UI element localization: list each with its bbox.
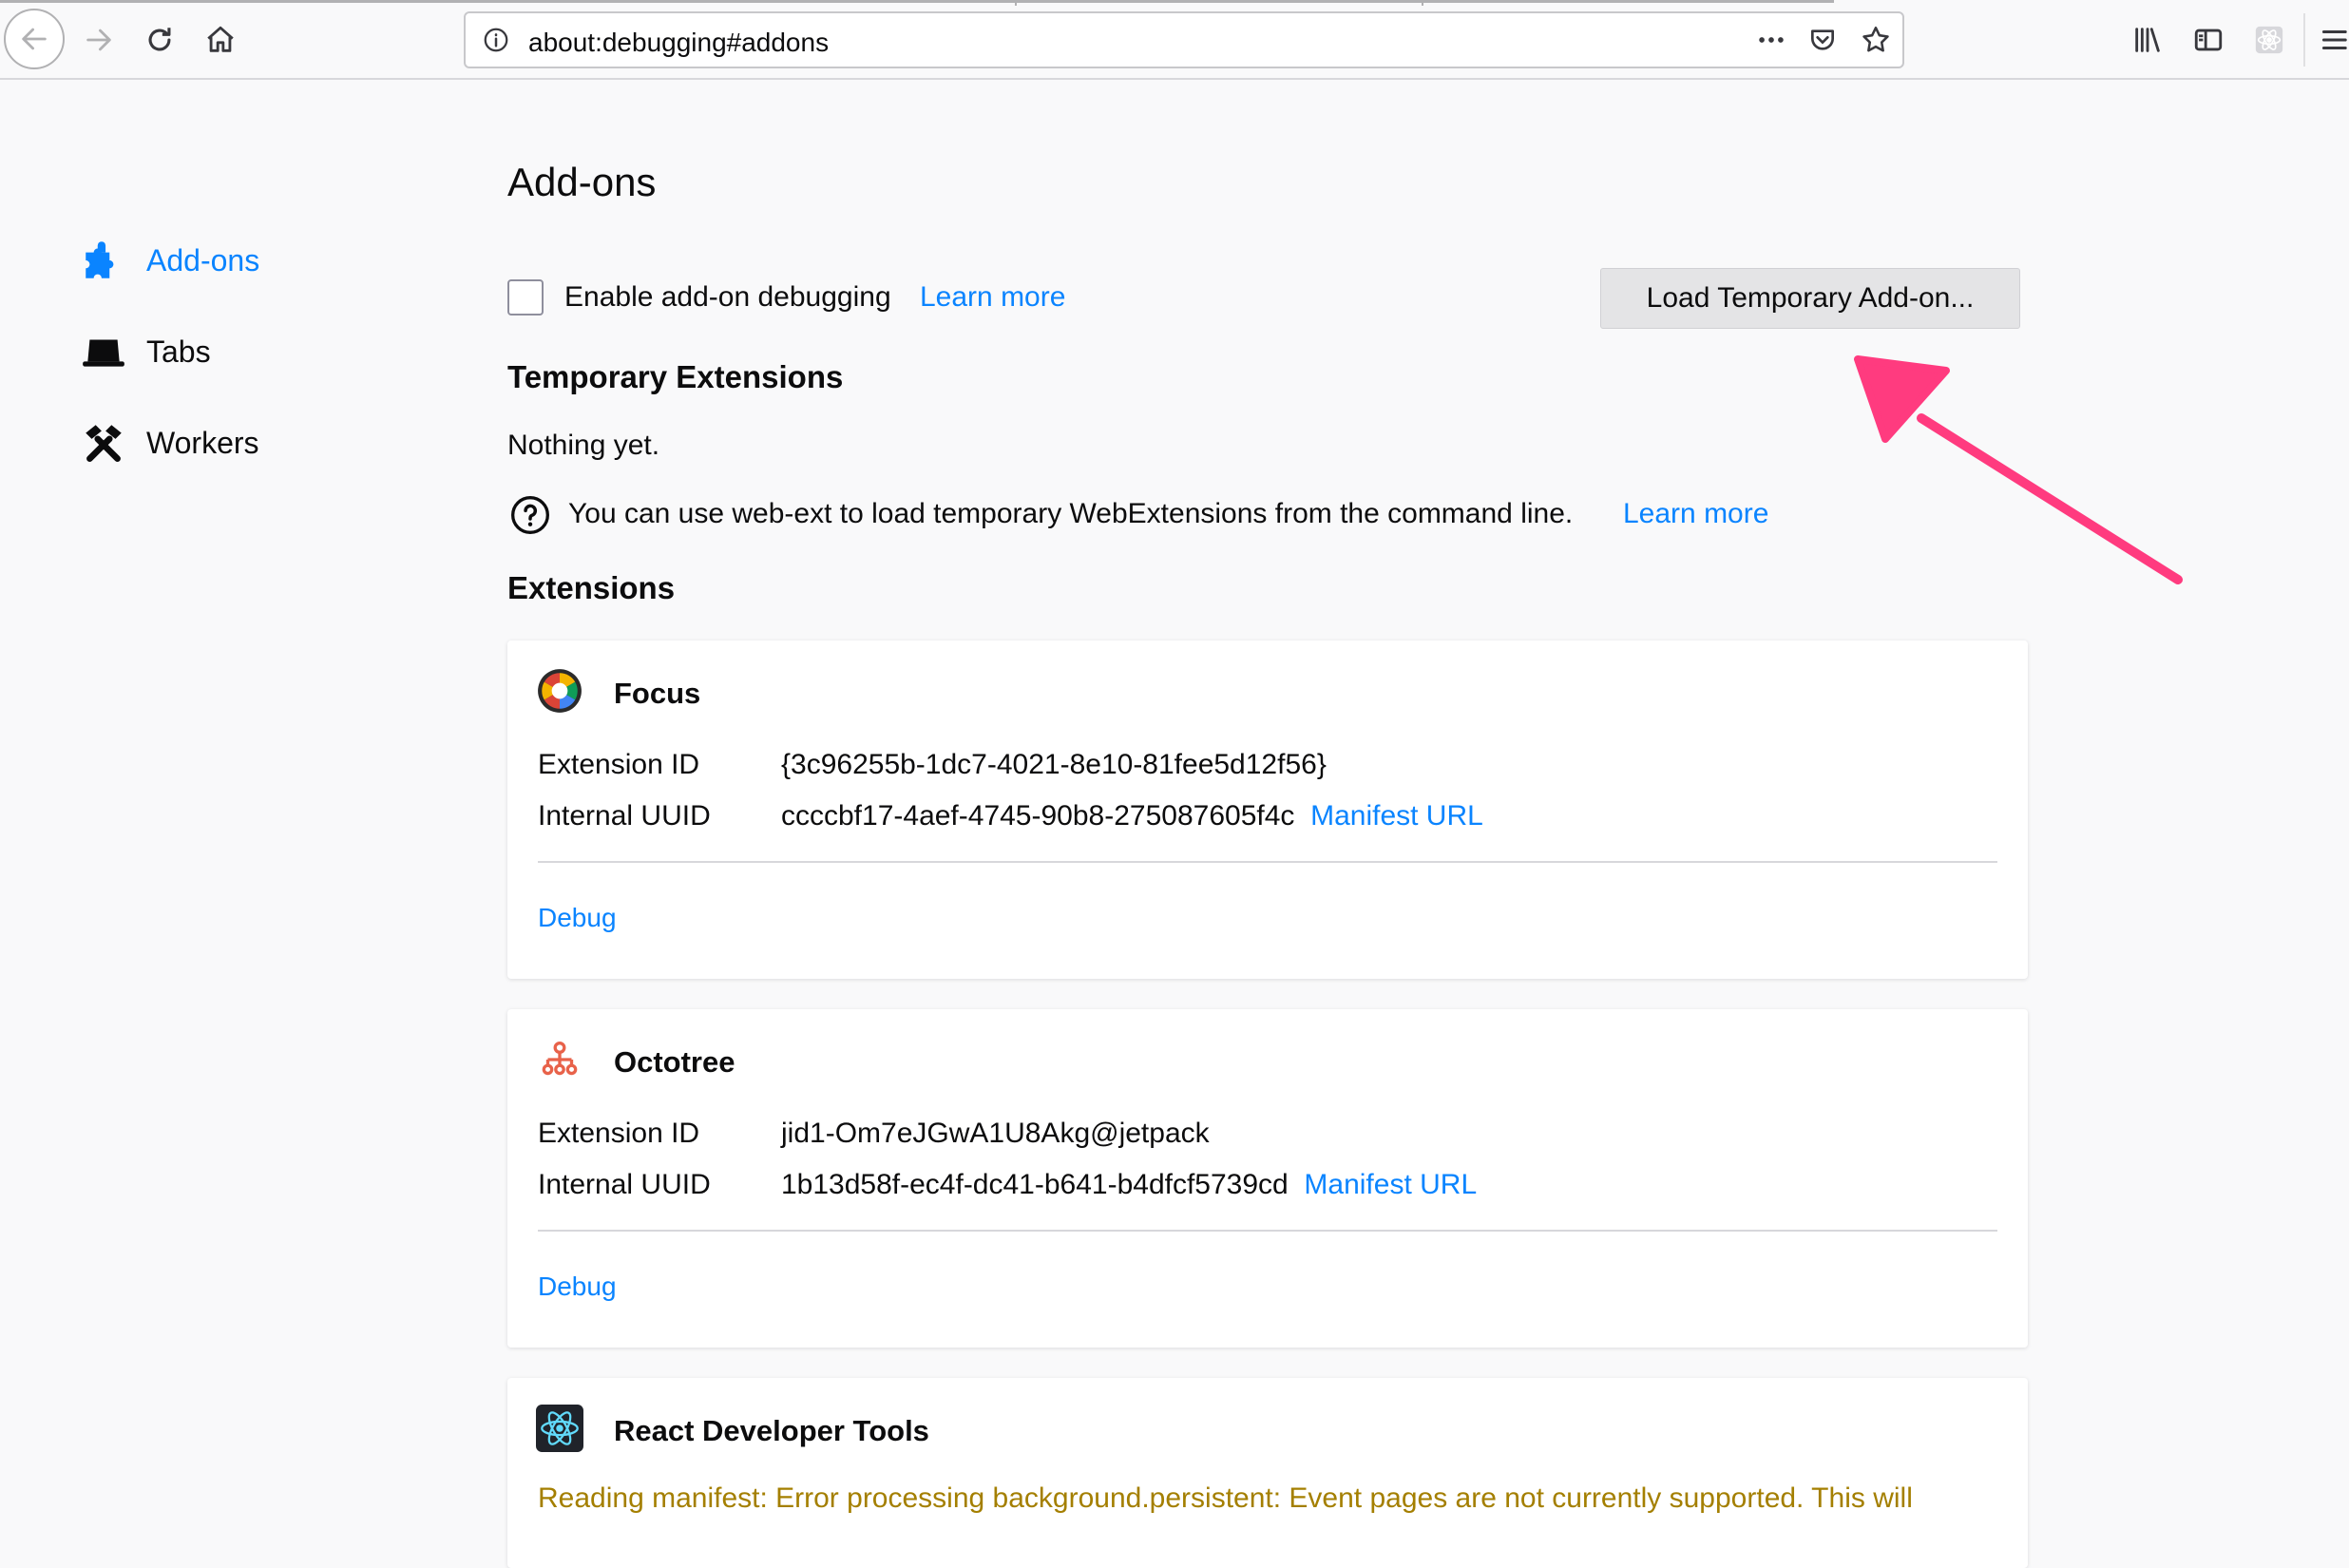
manifest-url-link[interactable]: Manifest URL (1310, 800, 1483, 832)
url-bar[interactable]: about:debugging#addons (464, 11, 1904, 68)
extension-name: Octotree (614, 1045, 735, 1079)
sidebar-button[interactable] (2178, 10, 2239, 70)
webext-learn-more-link[interactable]: Learn more (1623, 498, 1768, 530)
bookmark-star-icon[interactable] (1859, 23, 1893, 57)
tab-divider (1015, 0, 1017, 6)
internal-uuid-label: Internal UUID (538, 800, 711, 832)
menu-icon (2321, 29, 2347, 50)
reload-icon (148, 28, 171, 51)
nothing-yet-text: Nothing yet. (507, 430, 660, 461)
url-text[interactable]: about:debugging#addons (528, 28, 829, 58)
load-temporary-addon-button[interactable]: Load Temporary Add-on... (1600, 268, 2020, 329)
question-circle-icon (511, 496, 549, 534)
octotree-icon (542, 1042, 578, 1076)
sidebar-item-label: Workers (146, 425, 259, 460)
sidebar-icon (2194, 29, 2223, 51)
manifest-url-link[interactable]: Manifest URL (1304, 1169, 1477, 1200)
pocket-icon[interactable] (1805, 23, 1840, 57)
home-icon (207, 26, 234, 52)
back-icon (22, 28, 47, 50)
sidebar-item-workers[interactable]: Workers (80, 414, 259, 471)
learn-more-link[interactable]: Learn more (920, 281, 1065, 314)
extension-id-value: {3c96255b-1dc7-4021-8e10-81fee5d12f56} (781, 749, 1327, 780)
debug-link[interactable]: Debug (538, 1272, 617, 1302)
extension-name: Focus (614, 677, 701, 710)
extensions-heading: Extensions (507, 570, 676, 605)
card-divider (538, 1230, 1997, 1232)
back-button[interactable] (4, 9, 65, 69)
reload-button[interactable] (129, 10, 190, 70)
library-icon (2135, 28, 2160, 52)
library-button[interactable] (2117, 10, 2178, 70)
focus-icon (538, 669, 582, 713)
manifest-warning-text: Reading manifest: Error processing backg… (538, 1482, 1913, 1514)
extension-name: React Developer Tools (614, 1414, 929, 1447)
tools-icon (80, 418, 129, 468)
react-icon (536, 1405, 583, 1452)
toolbar-separator (2303, 13, 2305, 67)
extension-button[interactable] (2239, 10, 2300, 70)
sidebar-item-label: Add-ons (146, 242, 260, 277)
extension-icon (2255, 26, 2283, 54)
tab-strip-line (0, 0, 1834, 3)
info-icon[interactable] (479, 23, 513, 57)
page-title: Add-ons (507, 160, 657, 204)
home-button[interactable] (190, 10, 251, 70)
internal-uuid-value: ccccbf17-4aef-4745-90b8-275087605f4c Man… (781, 800, 1483, 832)
forward-icon (86, 29, 111, 51)
annotation-arrow (1854, 355, 2183, 584)
menu-button[interactable] (2315, 10, 2349, 70)
card-divider (538, 861, 1997, 863)
extension-card-octotree: Octotree Extension ID jid1-Om7eJGwA1U8Ak… (507, 1009, 2028, 1348)
tab-icon (80, 327, 129, 376)
debug-link[interactable]: Debug (538, 903, 617, 933)
extension-id-label: Extension ID (538, 749, 700, 780)
page-actions-icon[interactable] (1754, 23, 1788, 57)
extension-id-label: Extension ID (538, 1118, 700, 1149)
tab-divider (1422, 0, 1423, 6)
browser-toolbar: about:debugging#addons (0, 0, 2349, 80)
webext-tip-text: You can use web-ext to load temporary We… (568, 498, 1574, 529)
temporary-extensions-heading: Temporary Extensions (507, 359, 844, 394)
sidebar-item-tabs[interactable]: Tabs (80, 323, 211, 380)
sidebar-item-label: Tabs (146, 334, 211, 369)
enable-debugging-label: Enable add-on debugging (564, 281, 891, 313)
extension-card-react-devtools: React Developer Tools Reading manifest: … (507, 1378, 2028, 1568)
extension-card-focus: Focus Extension ID {3c96255b-1dc7-4021-8… (507, 641, 2028, 979)
internal-uuid-label: Internal UUID (538, 1169, 711, 1200)
forward-button[interactable] (68, 10, 129, 70)
extension-id-value: jid1-Om7eJGwA1U8Akg@jetpack (781, 1118, 1210, 1149)
internal-uuid-value: 1b13d58f-ec4f-dc41-b641-b4dfcf5739cd Man… (781, 1169, 1478, 1200)
puzzle-icon (80, 236, 129, 285)
enable-debugging-checkbox[interactable] (507, 279, 544, 316)
sidebar-item-addons[interactable]: Add-ons (80, 232, 259, 289)
